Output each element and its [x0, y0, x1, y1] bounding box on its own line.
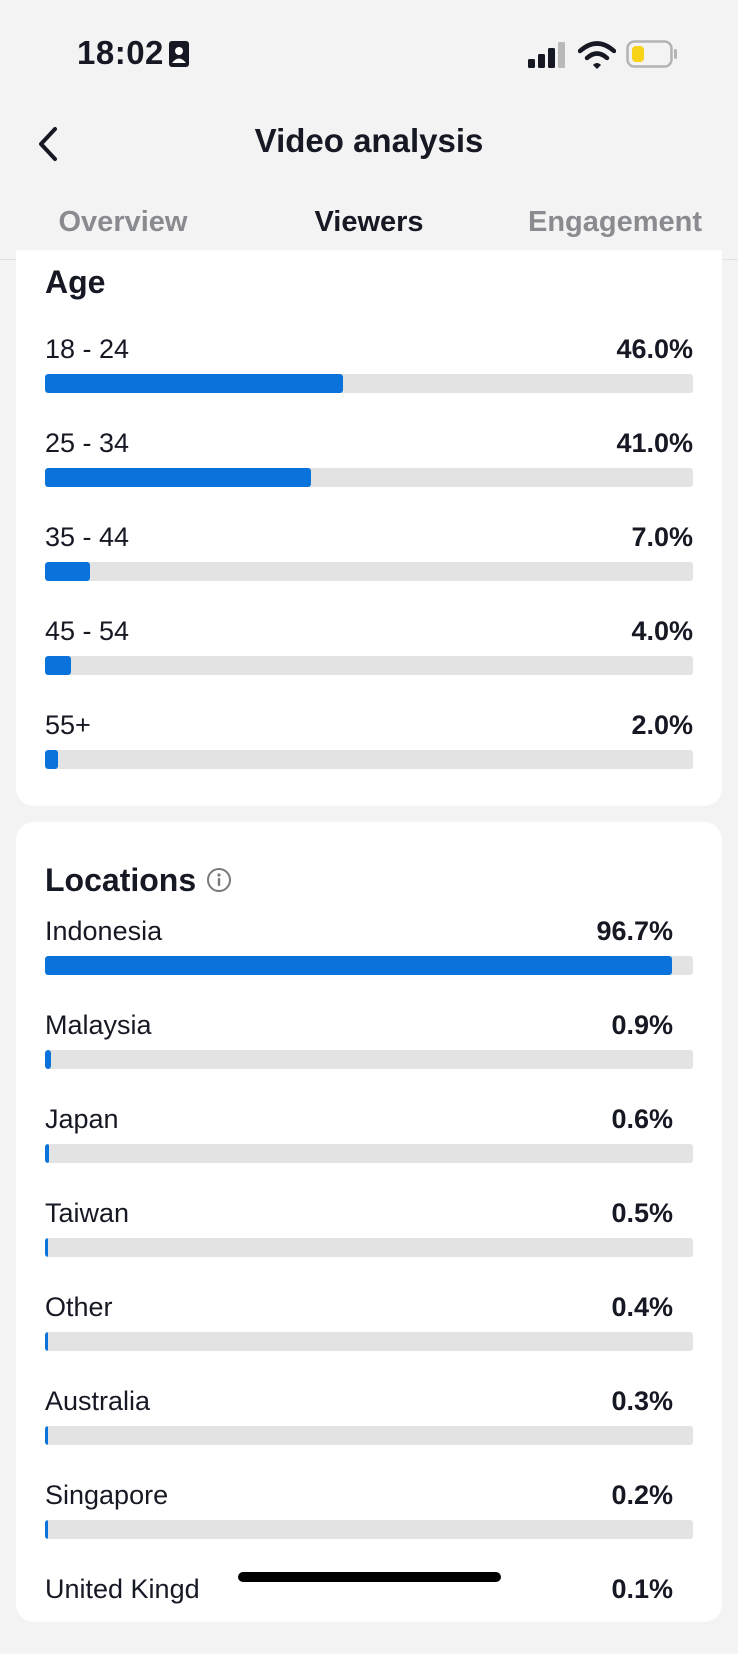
location-row-label: Taiwan — [45, 1198, 130, 1228]
age-row: 45 - 54 4.0% — [45, 616, 693, 696]
age-row-value: 2.0% — [631, 710, 693, 740]
age-bar-fill — [45, 656, 71, 675]
location-row-value: 0.1% — [611, 1574, 673, 1604]
age-bar-track — [45, 750, 693, 769]
tab-overview[interactable]: Overview — [0, 192, 246, 259]
age-row-value: 41.0% — [616, 428, 693, 458]
age-row-label: 18 - 24 — [45, 334, 130, 364]
home-indicator — [238, 1572, 501, 1582]
tab-engagement[interactable]: Engagement — [492, 192, 738, 259]
location-bar-track — [45, 1426, 693, 1445]
age-row-value: 7.0% — [631, 522, 693, 552]
location-row-label: Japan — [45, 1104, 119, 1134]
location-row-value: 0.3% — [611, 1386, 673, 1416]
location-row-label: Other — [45, 1292, 113, 1322]
age-bar-fill — [45, 468, 311, 487]
age-row: 55+ 2.0% — [45, 710, 693, 790]
location-bar-track — [45, 1332, 693, 1351]
location-row: Japan 0.6% — [45, 1104, 693, 1184]
location-row-value: 0.9% — [611, 1010, 673, 1040]
location-bar-fill — [45, 1238, 49, 1257]
wifi-icon — [578, 41, 616, 69]
location-bar-fill — [45, 1332, 48, 1351]
age-row: 35 - 44 7.0% — [45, 522, 693, 602]
nav-header: Video analysis — [0, 100, 738, 192]
location-row-value: 0.4% — [611, 1292, 673, 1322]
age-heading: Age — [45, 264, 106, 300]
age-bar-fill — [45, 374, 344, 393]
age-row: 25 - 34 41.0% — [45, 428, 693, 508]
location-bar-track — [45, 1520, 693, 1539]
location-row: United Kingd 0.1% — [45, 1574, 693, 1654]
locations-card: Locations Indonesia 96.7% Malaysia 0.9% … — [16, 822, 722, 1622]
location-bar-fill — [45, 1520, 48, 1539]
status-time: 18:02 — [77, 34, 164, 71]
location-row-label: Indonesia — [45, 916, 163, 946]
age-bar-fill — [45, 750, 58, 769]
age-bar-track — [45, 656, 693, 675]
info-icon[interactable] — [206, 867, 232, 893]
location-row-label: Australia — [45, 1386, 151, 1416]
location-row: Singapore 0.2% — [45, 1480, 693, 1560]
age-row-value: 46.0% — [616, 334, 693, 364]
location-row: Other 0.4% — [45, 1292, 693, 1372]
location-row-value: 0.2% — [611, 1480, 673, 1510]
location-bar-track — [45, 956, 693, 975]
location-row-value: 96.7% — [596, 916, 673, 946]
location-row: Malaysia 0.9% — [45, 1010, 693, 1090]
age-card: Age 18 - 24 46.0% 25 - 34 41.0% 35 - 44 … — [16, 250, 722, 806]
battery-icon — [626, 40, 677, 68]
location-bar-track — [45, 1238, 693, 1257]
age-bar-track — [45, 468, 693, 487]
age-bar-track — [45, 562, 693, 581]
location-row-label: United Kingd — [45, 1574, 200, 1604]
location-row-value: 0.6% — [611, 1104, 673, 1134]
age-row-label: 55+ — [45, 710, 91, 740]
location-bar-track — [45, 1050, 693, 1069]
location-row-label: Singapore — [45, 1480, 169, 1510]
age-row-label: 35 - 44 — [45, 522, 130, 552]
signal-icon — [528, 42, 565, 68]
age-row-label: 45 - 54 — [45, 616, 130, 646]
location-row: Taiwan 0.5% — [45, 1198, 693, 1278]
age-row-value: 4.0% — [631, 616, 693, 646]
location-bar-track — [45, 1144, 693, 1163]
age-bar-track — [45, 374, 693, 393]
page-title: Video analysis — [254, 122, 484, 159]
age-row: 18 - 24 46.0% — [45, 334, 693, 414]
location-row-label: Malaysia — [45, 1010, 152, 1040]
locations-heading: Locations — [45, 862, 197, 898]
location-bar-fill — [45, 1144, 49, 1163]
tab-viewers[interactable]: Viewers — [246, 192, 492, 260]
location-row: Indonesia 96.7% — [45, 916, 693, 996]
age-bar-fill — [45, 562, 91, 581]
age-row-label: 25 - 34 — [45, 428, 130, 458]
status-bar: 18:02 — [0, 0, 738, 100]
location-row: Australia 0.3% — [45, 1386, 693, 1466]
location-row-value: 0.5% — [611, 1198, 673, 1228]
location-bar-fill — [45, 1426, 48, 1445]
location-bar-fill — [45, 1050, 51, 1069]
id-badge-icon — [169, 41, 189, 67]
locations-heading-wrap: Locations — [45, 862, 232, 899]
location-bar-fill — [45, 956, 672, 975]
